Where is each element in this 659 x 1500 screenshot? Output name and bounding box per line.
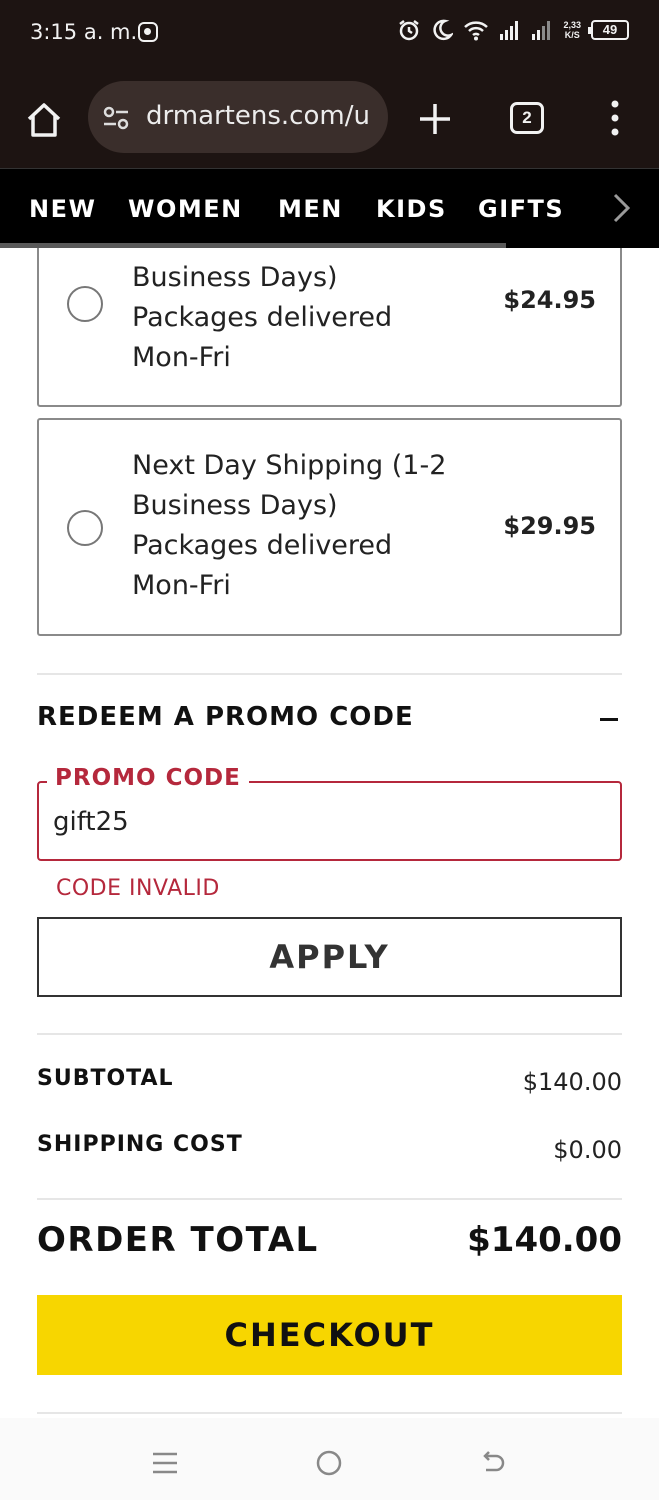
divider [37, 673, 622, 675]
checkout-button[interactable]: CHECKOUT [37, 1295, 622, 1375]
recent-apps-icon[interactable] [150, 1448, 180, 1478]
shipping-line: Business Days) [132, 262, 338, 293]
checkout-content: Business Days) Packages delivered Mon-Fr… [0, 248, 659, 1418]
shipping-line: Mon-Fri [132, 342, 231, 373]
shipping-option-description: Business Days) Packages delivered Mon-Fr… [132, 258, 462, 378]
do-not-disturb-moon-icon [433, 19, 454, 41]
order-total-value: $140.00 [467, 1220, 622, 1260]
status-time: 3:15 a. m. [30, 20, 138, 44]
shipping-line: Packages delivered [132, 302, 393, 333]
divider [37, 1412, 622, 1414]
subtotal-value: $140.00 [522, 1068, 622, 1096]
promo-section-heading[interactable]: REDEEM A PROMO CODE [37, 702, 414, 732]
battery-icon: 49 [588, 20, 629, 40]
net-speed-unit: K/S [564, 30, 580, 40]
radio-button[interactable] [67, 286, 103, 322]
nav-item-gifts[interactable]: GIFTS [478, 195, 564, 223]
net-speed: 2,33 K/S [563, 20, 581, 40]
divider [37, 1033, 622, 1035]
shipping-option-description: Next Day Shipping (1-2 Business Days) Pa… [132, 446, 462, 606]
home-icon[interactable] [24, 100, 64, 140]
home-circle-icon[interactable] [314, 1448, 344, 1478]
more-options-icon[interactable] [600, 98, 630, 138]
url-text[interactable]: drmartens.com/u [146, 101, 370, 131]
screen-record-icon [138, 22, 158, 42]
shipping-price: $29.95 [503, 512, 596, 540]
order-total-label: ORDER TOTAL [37, 1220, 319, 1260]
net-speed-value: 2,33 [563, 20, 581, 30]
shipping-line: Business Days) [132, 490, 338, 521]
nav-item-men[interactable]: MEN [278, 195, 343, 223]
shipping-cost-label: SHIPPING COST [37, 1132, 243, 1157]
site-settings-icon[interactable] [102, 104, 130, 132]
status-icons: 2,33 K/S 49 [397, 18, 629, 42]
wifi-icon [464, 21, 489, 41]
nav-item-women[interactable]: WOMEN [128, 195, 243, 223]
status-bar: 3:15 a. m. 2,33 K/S 49 [0, 0, 659, 68]
divider [37, 1198, 622, 1200]
apply-button[interactable]: APPLY [37, 917, 622, 997]
promo-code-field[interactable]: PROMO CODE [37, 765, 622, 861]
shipping-price: $24.95 [503, 286, 596, 314]
signal-icon-2 [532, 21, 551, 40]
promo-code-label: PROMO CODE [47, 765, 249, 791]
subtotal-label: SUBTOTAL [37, 1066, 174, 1091]
chevron-right-icon[interactable] [606, 191, 636, 225]
promo-code-input[interactable] [53, 805, 593, 839]
system-navigation-bar [0, 1418, 659, 1500]
shipping-line: Mon-Fri [132, 570, 231, 601]
nav-item-kids[interactable]: KIDS [376, 195, 447, 223]
collapse-minus-icon[interactable] [600, 718, 618, 721]
browser-toolbar: drmartens.com/u 2 [0, 68, 659, 168]
new-tab-plus-icon[interactable] [416, 100, 454, 138]
shipping-line: Next Day Shipping (1-2 [132, 450, 447, 481]
back-icon[interactable] [478, 1448, 508, 1478]
shipping-line: Packages delivered [132, 530, 393, 561]
promo-error-message: CODE INVALID [56, 876, 220, 901]
site-category-nav: NEW WOMEN MEN KIDS GIFTS [0, 168, 659, 248]
tab-switcher-button[interactable]: 2 [510, 102, 544, 134]
shipping-cost-value: $0.00 [553, 1136, 622, 1164]
shipping-option-1[interactable]: Business Days) Packages delivered Mon-Fr… [37, 248, 622, 407]
alarm-icon [399, 20, 420, 41]
address-bar[interactable]: drmartens.com/u [88, 81, 388, 153]
shipping-option-2[interactable]: Next Day Shipping (1-2 Business Days) Pa… [37, 418, 622, 636]
signal-icon-1 [500, 21, 519, 40]
nav-item-new[interactable]: NEW [29, 195, 96, 223]
radio-button[interactable] [67, 510, 103, 546]
